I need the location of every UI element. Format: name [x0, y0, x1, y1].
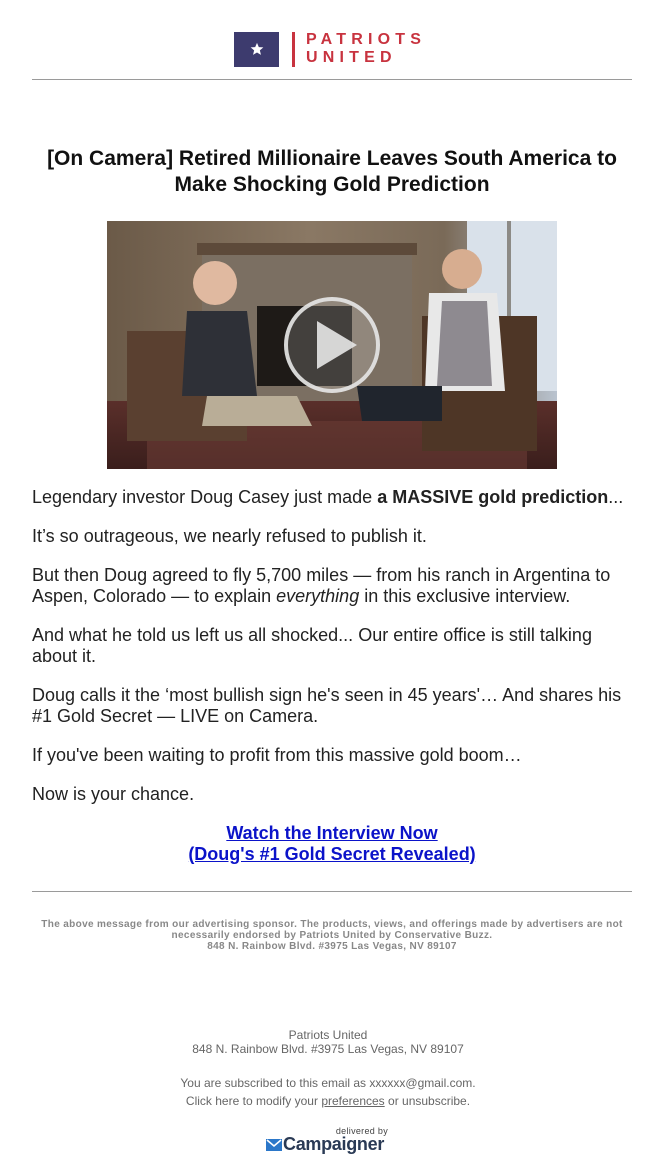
brand-line-2: UNITED — [306, 49, 397, 66]
body-paragraph-4: And what he told us left us all shocked.… — [32, 625, 592, 666]
p1-ellipsis: ... — [608, 487, 624, 507]
body-paragraph-3: But then Doug agreed to fly 5,700 miles … — [32, 565, 632, 607]
brand-logo[interactable]: PATRIOTS UNITED — [234, 31, 426, 67]
body-paragraph-5: Doug calls it the ‘most bullish sign he'… — [32, 685, 622, 726]
p1-text: Legendary investor Doug Casey just made — [32, 487, 378, 507]
p1-bold: a MASSIVE gold prediction — [377, 487, 609, 507]
disclaimer-address: 848 N. Rainbow Blvd. #3975 Las Vegas, NV… — [207, 941, 457, 952]
campaigner-logo-icon — [266, 1139, 282, 1151]
campaigner-badge[interactable]: delivered by Campaigner — [266, 1126, 390, 1156]
star-icon — [234, 31, 279, 67]
campaigner-name: Campaigner — [283, 1134, 385, 1154]
play-circle-icon[interactable] — [284, 297, 380, 393]
headline: [On Camera] Retired Millionaire Leaves S… — [47, 147, 617, 196]
footer-address: 848 N. Rainbow Blvd. #3975 Las Vegas, NV… — [192, 1042, 464, 1056]
footer-divider — [32, 891, 632, 892]
disclaimer-text: The above message from our advertising s… — [41, 919, 623, 941]
cta-block: Watch the Interview Now (Doug's #1 Gold … — [32, 823, 632, 865]
body-paragraph-2: It’s so outrageous, we nearly refused to… — [32, 526, 427, 546]
brand-line-1: PATRIOTS — [306, 31, 427, 48]
header-divider — [32, 79, 632, 80]
modify-text: Click here to modify your — [185, 1094, 322, 1108]
p3-emphasis: everything — [276, 586, 360, 606]
unsubscribe-text[interactable]: or unsubscribe. — [385, 1094, 470, 1108]
logo-divider — [292, 31, 295, 67]
body-paragraph-6: If you've been waiting to profit from th… — [32, 745, 522, 765]
body-paragraph-7: Now is your chance. — [32, 784, 195, 804]
footer-org: Patriots United — [288, 1028, 368, 1042]
body-paragraph-1: Legendary investor Doug Casey just made … — [32, 487, 632, 508]
preferences-link[interactable]: preferences — [321, 1094, 384, 1108]
gold-secret-link[interactable]: (Doug's #1 Gold Secret Revealed) — [188, 844, 475, 864]
sponsor-disclaimer: The above message from our advertising s… — [32, 919, 632, 952]
watch-interview-link[interactable]: Watch the Interview Now — [226, 823, 437, 843]
footer-subscription-notice: You are subscribed to this email as xxxx… — [180, 1076, 476, 1090]
video-thumbnail[interactable] — [107, 221, 557, 469]
brand-name: PATRIOTS UNITED — [306, 31, 426, 67]
p3-text-end: in this exclusive interview. — [359, 586, 571, 606]
footer-preferences-line: Click here to modify your preferences or… — [32, 1094, 624, 1108]
